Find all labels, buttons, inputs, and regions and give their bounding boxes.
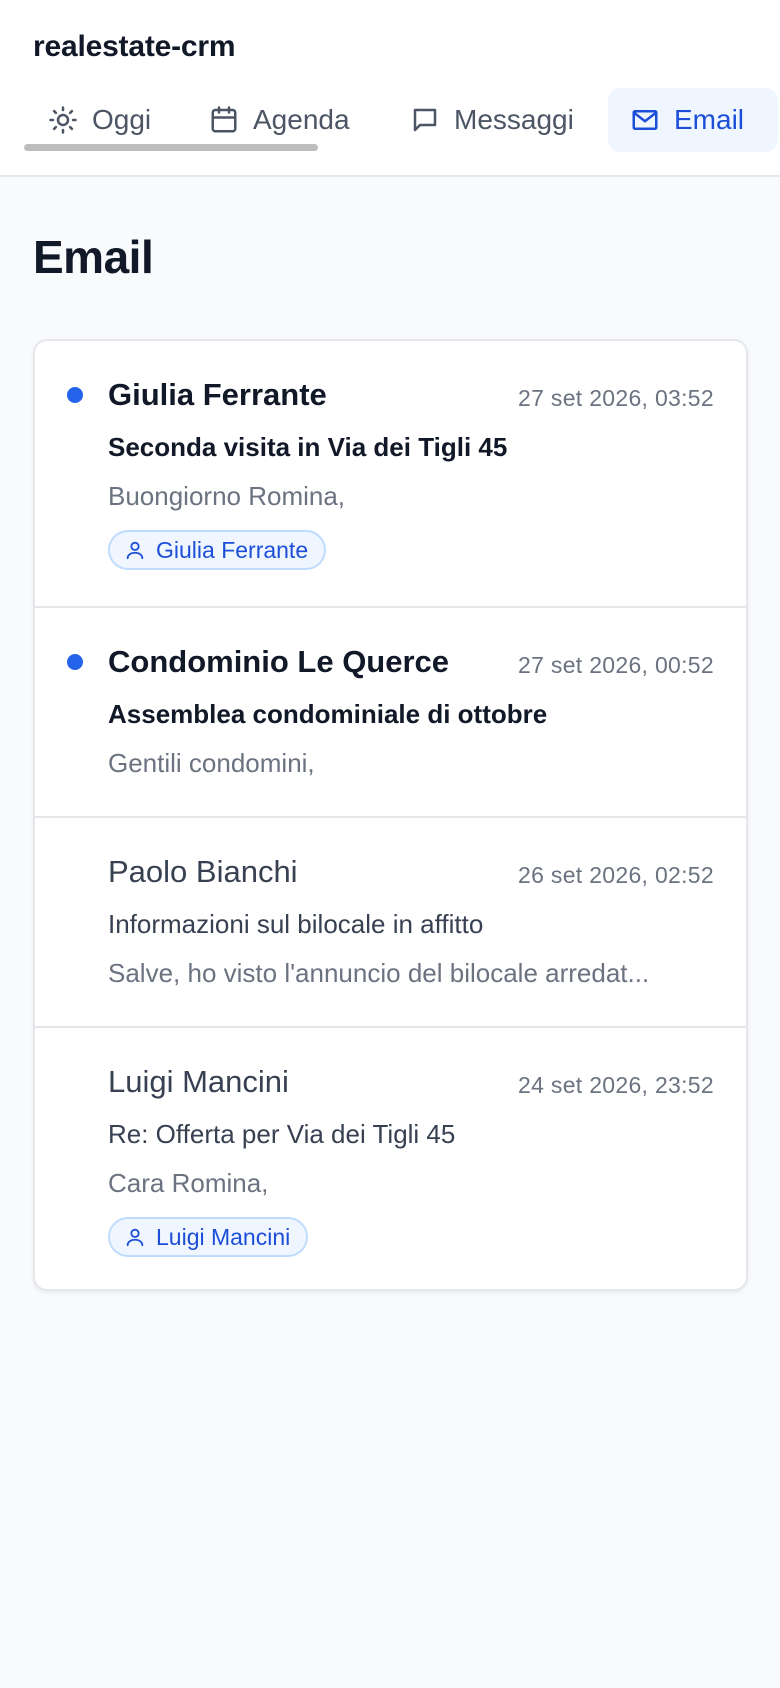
message-icon [413, 108, 437, 132]
mail-icon [632, 110, 658, 130]
email-preview: Cara Romina, [108, 1168, 269, 1198]
email-row[interactable]: Giulia Ferrante 27 set 2026, 03:52 Secon… [35, 341, 746, 608]
email-date: 24 set 2026, 23:52 [518, 1072, 714, 1098]
unread-dot-icon [67, 654, 83, 670]
tab-label: Oggi [92, 104, 152, 135]
email-row[interactable]: Paolo Bianchi 26 set 2026, 02:52 Informa… [35, 818, 746, 1028]
tabs-scrollbar[interactable] [24, 144, 318, 151]
nav-tabs: Oggi Agenda Messaggi Email [24, 88, 780, 152]
email-subject: Informazioni sul bilocale in affitto [108, 909, 484, 939]
email-sender: Condominio Le Querce [108, 644, 450, 679]
calendar-icon [211, 106, 237, 133]
app-title: realestate-crm [33, 30, 236, 63]
person-icon [126, 541, 144, 560]
email-row[interactable]: Condominio Le Querce 27 set 2026, 00:52 … [35, 608, 746, 818]
top-bar: realestate-crm Oggi Agenda Messaggi Emai… [0, 0, 780, 177]
email-sender: Paolo Bianchi [108, 854, 298, 889]
email-sender: Giulia Ferrante [108, 377, 327, 412]
email-row[interactable]: Luigi Mancini 24 set 2026, 23:52 Re: Off… [35, 1028, 746, 1289]
contact-chip[interactable]: Luigi Mancini [108, 1217, 309, 1257]
email-subject: Assemblea condominiale di ottobre [108, 699, 548, 729]
contact-chip[interactable]: Giulia Ferrante [108, 530, 327, 570]
person-icon [126, 1228, 144, 1247]
tab-label: Agenda [253, 104, 350, 135]
email-preview: Buongiorno Romina, [108, 481, 346, 511]
email-date: 27 set 2026, 00:52 [518, 652, 714, 678]
unread-dot-icon [67, 387, 83, 403]
contact-chip-label: Luigi Mancini [156, 1223, 291, 1250]
tab-label: Messaggi [454, 104, 574, 135]
tab-agenda[interactable]: Agenda [209, 88, 350, 152]
email-subject: Seconda visita in Via dei Tigli 45 [108, 432, 508, 462]
email-date: 27 set 2026, 03:52 [518, 385, 714, 411]
contact-chip-label: Giulia Ferrante [156, 536, 309, 563]
sun-icon [49, 106, 77, 134]
tab-label: Email [674, 104, 745, 135]
email-list: Giulia Ferrante 27 set 2026, 03:52 Secon… [33, 339, 748, 1291]
tab-messaggi[interactable]: Messaggi [410, 88, 574, 152]
email-date: 26 set 2026, 02:52 [518, 862, 714, 888]
email-subject: Re: Offerta per Via dei Tigli 45 [108, 1119, 456, 1149]
email-preview: Gentili condomini, [108, 748, 315, 778]
email-sender: Luigi Mancini [108, 1064, 289, 1099]
tab-oggi[interactable]: Oggi [48, 88, 151, 152]
page-title: Email [33, 231, 154, 283]
email-preview: Salve, ho visto l'annuncio del bilocale … [108, 958, 650, 988]
tab-email[interactable]: Email [608, 88, 778, 152]
